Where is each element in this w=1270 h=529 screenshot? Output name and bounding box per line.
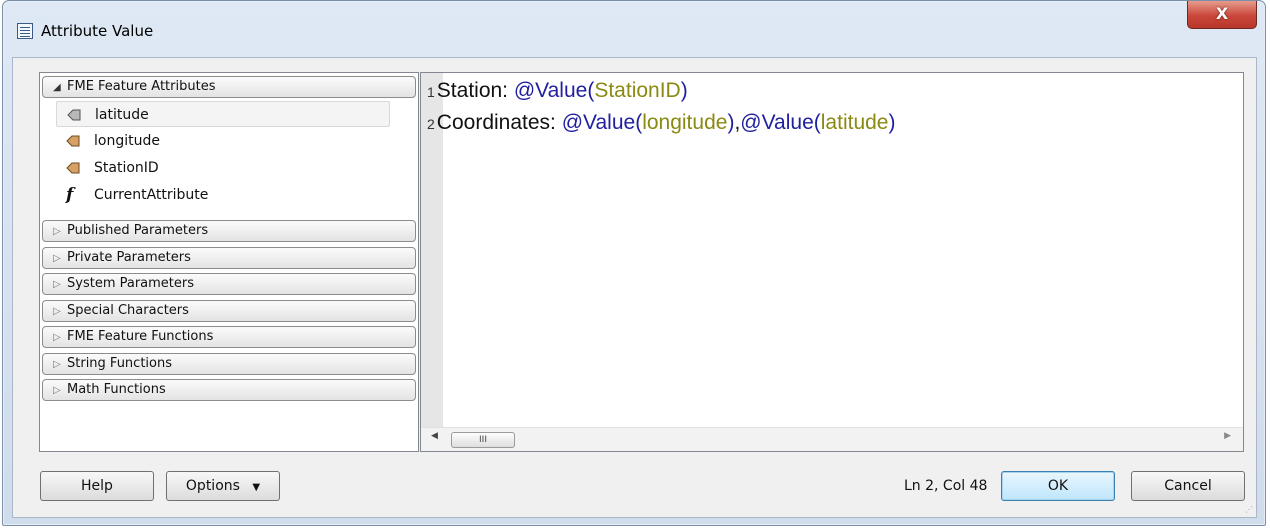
attribute-value-dialog: Attribute Value X ◢ FME Feature Attribute…: [2, 0, 1266, 526]
help-button[interactable]: Help: [40, 471, 154, 501]
function-token: @Value: [740, 111, 814, 134]
line-number: 2: [427, 116, 435, 132]
group-published-parameters[interactable]: ▷ Published Parameters: [42, 220, 416, 242]
expanded-arrow-icon: ◢: [53, 82, 61, 93]
group-special-characters[interactable]: ▷ Special Characters: [42, 300, 416, 322]
dropdown-arrow-icon: ▼: [252, 482, 261, 493]
attribute-item-longitude[interactable]: longitude: [56, 128, 390, 154]
attribute-label: CurrentAttribute: [94, 187, 209, 203]
dialog-body: ◢ FME Feature Attributes latitude longitu…: [12, 57, 1257, 518]
attribute-label: longitude: [94, 133, 160, 149]
group-label: Published Parameters: [67, 223, 209, 238]
group-fme-feature-attributes[interactable]: ◢ FME Feature Attributes: [42, 76, 416, 98]
group-label: Math Functions: [67, 382, 166, 397]
attribute-icon: [67, 109, 81, 121]
options-button[interactable]: Options ▼: [166, 471, 280, 501]
line-number: 1: [427, 84, 435, 100]
expression-editor[interactable]: 1Station: @Value(StationID) 2Coordinates…: [420, 72, 1244, 452]
document-icon: [17, 23, 33, 39]
argument-token: latitude: [820, 111, 889, 134]
group-label: FME Feature Functions: [67, 329, 214, 344]
collapsed-arrow-icon: ▷: [53, 385, 61, 396]
attribute-item-stationid[interactable]: StationID: [56, 155, 390, 181]
attribute-tree: ◢ FME Feature Attributes latitude longitu…: [39, 72, 419, 452]
line-text: Coordinates:: [436, 111, 562, 134]
attribute-label: latitude: [95, 107, 149, 123]
window-title: Attribute Value: [41, 22, 154, 40]
attribute-icon: [66, 135, 80, 147]
scroll-left-icon[interactable]: ◀: [431, 431, 438, 441]
group-string-functions[interactable]: ▷ String Functions: [42, 353, 416, 375]
function-icon: f: [66, 185, 74, 205]
attribute-item-currentattribute[interactable]: f CurrentAttribute: [56, 182, 390, 208]
attribute-icon: [66, 162, 80, 174]
collapsed-arrow-icon: ▷: [53, 279, 61, 290]
function-token: @Value: [513, 79, 588, 102]
cancel-button[interactable]: Cancel: [1131, 471, 1245, 501]
argument-token: longitude: [642, 111, 728, 134]
group-fme-feature-functions[interactable]: ▷ FME Feature Functions: [42, 326, 416, 348]
resize-grip-icon[interactable]: ⋰: [1245, 505, 1253, 514]
collapsed-arrow-icon: ▷: [53, 253, 61, 264]
ok-button[interactable]: OK: [1001, 471, 1115, 501]
argument-token: StationID: [594, 79, 681, 102]
attribute-item-latitude[interactable]: latitude: [56, 101, 390, 127]
close-button[interactable]: X: [1187, 1, 1257, 29]
collapsed-arrow-icon: ▷: [53, 359, 61, 370]
group-label: FME Feature Attributes: [67, 79, 216, 94]
scroll-thumb[interactable]: III: [451, 432, 515, 448]
paren-token: ): [680, 79, 688, 102]
options-label: Options: [185, 478, 240, 494]
collapsed-arrow-icon: ▷: [53, 226, 61, 237]
paren-token: ): [888, 111, 896, 134]
editor-line[interactable]: 2Coordinates: @Value(longitude),@Value(l…: [427, 108, 895, 139]
group-private-parameters[interactable]: ▷ Private Parameters: [42, 247, 416, 269]
group-label: Special Characters: [67, 303, 189, 318]
group-system-parameters[interactable]: ▷ System Parameters: [42, 273, 416, 295]
paren-token: (: [813, 111, 821, 134]
group-math-functions[interactable]: ▷ Math Functions: [42, 379, 416, 401]
title-bar[interactable]: Attribute Value X: [3, 1, 1265, 57]
function-token: @Value: [561, 111, 636, 134]
editor-line[interactable]: 1Station: @Value(StationID): [427, 76, 688, 107]
cursor-position-status: Ln 2, Col 48: [904, 478, 988, 494]
group-label: Private Parameters: [67, 250, 191, 265]
horizontal-scrollbar[interactable]: ◀ III ▶: [421, 427, 1243, 451]
group-label: System Parameters: [67, 276, 195, 291]
attribute-label: StationID: [94, 160, 159, 176]
line-text: Station:: [436, 79, 514, 102]
collapsed-arrow-icon: ▷: [53, 332, 61, 343]
scroll-right-icon[interactable]: ▶: [1224, 431, 1231, 441]
collapsed-arrow-icon: ▷: [53, 306, 61, 317]
group-label: String Functions: [67, 356, 172, 371]
